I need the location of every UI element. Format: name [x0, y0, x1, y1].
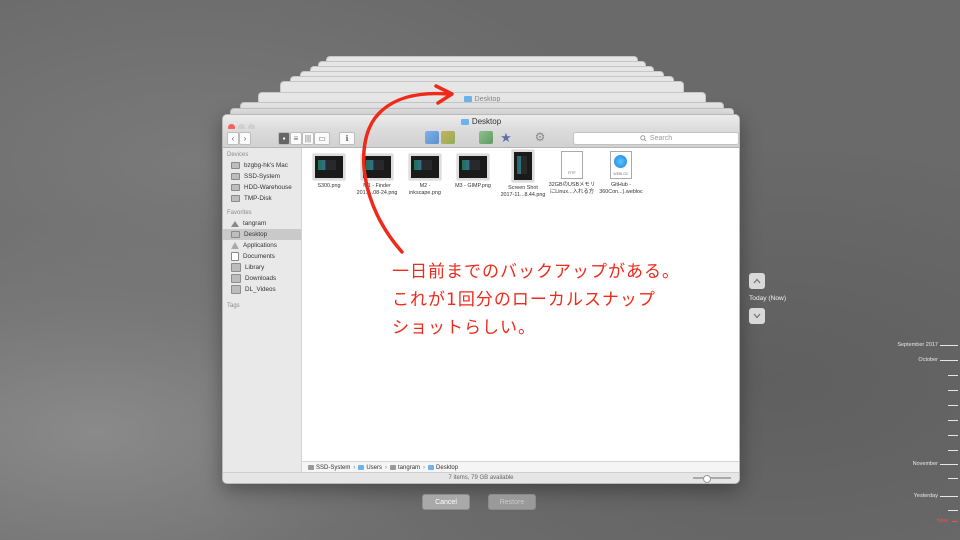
annotation-line: 一日前までのバックアップがある。 — [392, 262, 680, 282]
annotation-line: ショットらしい。 — [392, 318, 536, 338]
annotation-line: これが1回分のローカルスナップ — [392, 290, 656, 310]
annotation-text: 一日前までのバックアップがある。 これが1回分のローカルスナップ ショットらしい… — [392, 258, 680, 342]
